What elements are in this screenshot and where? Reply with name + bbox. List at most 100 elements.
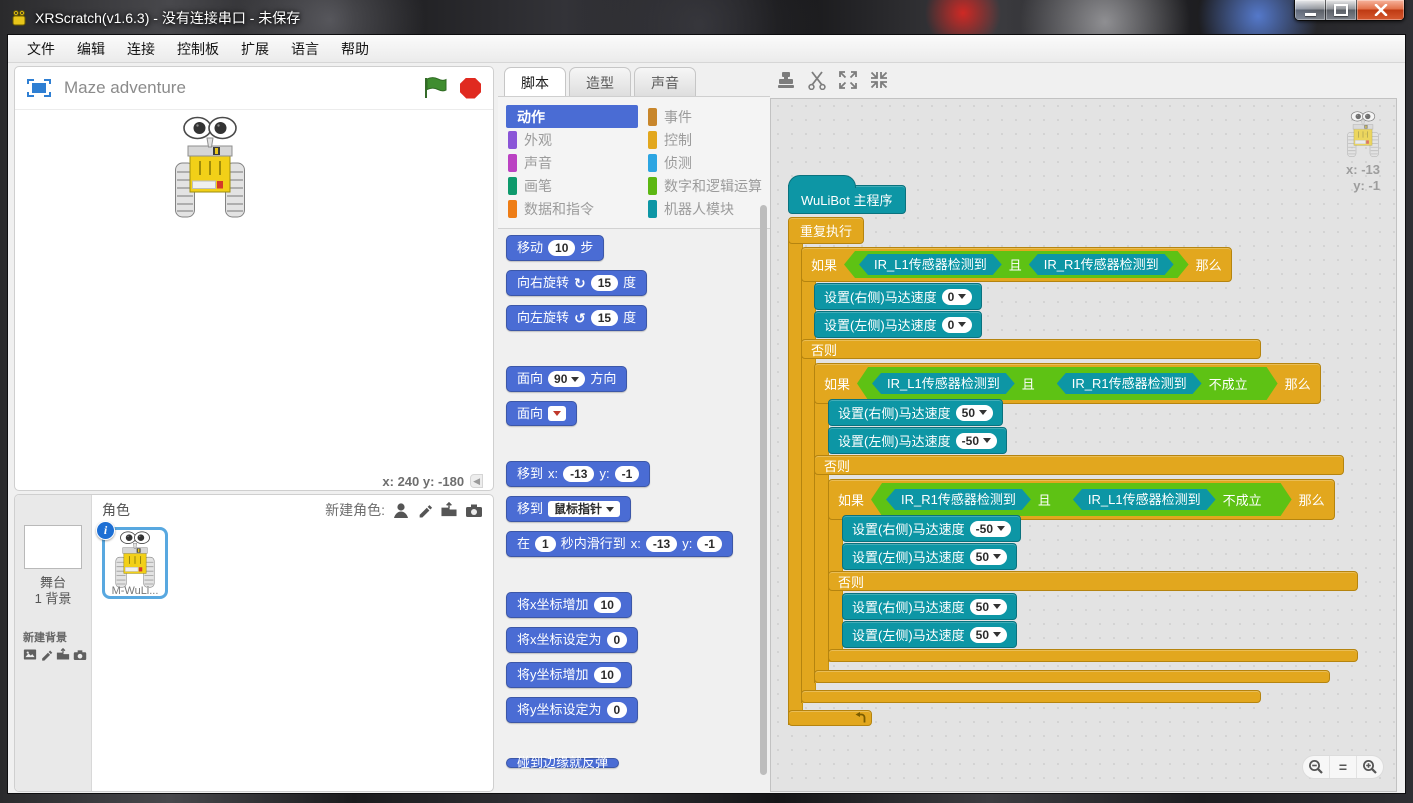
menu-language[interactable]: 语言 <box>280 35 330 63</box>
speed-dropdown[interactable]: 0 <box>942 289 973 305</box>
block-bounce-on-edge[interactable]: 碰到边缘就反弹 <box>506 758 619 768</box>
category-operators[interactable]: 数字和逻辑运算 <box>646 174 770 197</box>
else-bar-3[interactable]: 否则 <box>828 571 1358 591</box>
set-right-motor-block[interactable]: 设置(右侧)马达速度50 <box>828 399 1003 426</box>
dy-input[interactable]: 10 <box>594 667 621 683</box>
camera-backdrop-icon[interactable] <box>73 649 87 661</box>
set-right-motor-block[interactable]: 设置(右侧)马达速度0 <box>814 283 982 310</box>
menu-file[interactable]: 文件 <box>16 35 66 63</box>
tab-scripts[interactable]: 脚本 <box>504 67 566 96</box>
not-operator[interactable]: IR_R1传感器检测到 不成立 <box>1042 370 1263 397</box>
collapse-stage-button[interactable]: ◀ <box>470 474 483 488</box>
direction-dropdown[interactable]: 90 <box>548 371 585 387</box>
y-input[interactable]: -1 <box>697 536 722 552</box>
set-left-motor-block[interactable]: 设置(左侧)马达速度50 <box>842 543 1017 570</box>
speed-dropdown[interactable]: 50 <box>956 405 993 421</box>
category-robot[interactable]: 机器人模块 <box>646 197 770 220</box>
and-operator[interactable]: IR_L1传感器检测到 且 IR_R1传感器检测到 <box>844 251 1189 278</box>
category-control[interactable]: 控制 <box>646 128 770 151</box>
upload-backdrop-icon[interactable] <box>56 648 70 661</box>
sensor-ir-l1[interactable]: IR_L1传感器检测到 <box>1073 489 1216 510</box>
menu-connect[interactable]: 连接 <box>116 35 166 63</box>
close-button[interactable] <box>1357 0 1404 20</box>
block-change-y[interactable]: 将y坐标增加10 <box>506 662 632 688</box>
block-glide-to-xy[interactable]: 在1秒内滑行到x:-13y:-1 <box>506 531 733 557</box>
paint-sprite-icon[interactable] <box>417 502 433 518</box>
speed-dropdown[interactable]: -50 <box>956 433 997 449</box>
dx-input[interactable]: 10 <box>594 597 621 613</box>
hat-block-main-program[interactable]: WuLiBot 主程序 <box>788 185 906 214</box>
category-motion[interactable]: 动作 <box>506 105 638 128</box>
if1-end-bar[interactable] <box>801 690 1261 703</box>
x-input[interactable]: -13 <box>646 536 677 552</box>
and-operator[interactable]: IR_L1传感器检测到 且 IR_R1传感器检测到 不成立 <box>857 367 1278 400</box>
speed-dropdown[interactable]: -50 <box>970 521 1011 537</box>
zoom-out-button[interactable] <box>1303 756 1330 778</box>
speed-dropdown[interactable]: 0 <box>942 317 973 333</box>
zoom-reset-button[interactable]: = <box>1330 756 1357 778</box>
maximize-button[interactable] <box>1326 0 1357 20</box>
goto-target-dropdown[interactable]: 鼠标指针 <box>548 501 620 517</box>
duplicate-stamp-icon[interactable] <box>776 70 796 90</box>
category-pen[interactable]: 画笔 <box>506 174 646 197</box>
category-data[interactable]: 数据和指令 <box>506 197 646 220</box>
set-left-motor-block[interactable]: 设置(左侧)马达速度0 <box>814 311 982 338</box>
menu-extensions[interactable]: 扩展 <box>230 35 280 63</box>
if2-end-bar[interactable] <box>814 670 1330 683</box>
menu-board[interactable]: 控制板 <box>166 35 230 63</box>
category-sound[interactable]: 声音 <box>506 151 646 174</box>
stage-canvas[interactable] <box>15 110 493 471</box>
stop-button[interactable] <box>460 78 481 99</box>
else-bar-2[interactable]: 否则 <box>814 455 1344 475</box>
if-block-3[interactable]: 如果 IR_R1传感器检测到 且 IR_L1传感器检测到 不成立 那么 <box>828 479 1335 520</box>
x-input[interactable]: 0 <box>607 632 628 648</box>
sprite-info-badge[interactable]: i <box>96 521 115 540</box>
category-looks[interactable]: 外观 <box>506 128 646 151</box>
shrink-sprite-icon[interactable] <box>869 70 889 90</box>
block-goto-sprite[interactable]: 移到鼠标指针 <box>506 496 631 522</box>
menu-edit[interactable]: 编辑 <box>66 35 116 63</box>
upload-sprite-icon[interactable] <box>440 502 458 518</box>
block-goto-xy[interactable]: 移到x:-13y:-1 <box>506 461 650 487</box>
green-flag-button[interactable] <box>423 77 447 99</box>
camera-sprite-icon[interactable] <box>465 503 483 518</box>
block-point-towards[interactable]: 面向 <box>506 401 577 426</box>
sensor-ir-l1[interactable]: IR_L1传感器检测到 <box>872 373 1015 394</box>
grow-sprite-icon[interactable] <box>838 70 858 90</box>
y-input[interactable]: -1 <box>615 466 640 482</box>
minimize-button[interactable] <box>1295 0 1326 20</box>
if-block-2[interactable]: 如果 IR_L1传感器检测到 且 IR_R1传感器检测到 不成立 那么 <box>814 363 1321 404</box>
x-input[interactable]: -13 <box>563 466 594 482</box>
stage-thumbnail[interactable] <box>24 525 82 569</box>
degrees-input[interactable]: 15 <box>591 310 618 326</box>
block-move-steps[interactable]: 移动10步 <box>506 235 604 261</box>
forever-loop-block[interactable]: 重复执行 <box>788 217 864 244</box>
set-left-motor-block[interactable]: 设置(左侧)马达速度50 <box>842 621 1017 648</box>
script-area[interactable]: WuLiBot 主程序 重复执行 如果 IR_L1传感器检测到 且 IR_R1传… <box>770 98 1397 792</box>
set-right-motor-block[interactable]: 设置(右侧)马达速度-50 <box>842 515 1021 542</box>
loop-end-bar[interactable] <box>788 710 872 726</box>
if3-end-bar[interactable] <box>828 649 1358 662</box>
block-change-x[interactable]: 将x坐标增加10 <box>506 592 632 618</box>
speed-dropdown[interactable]: 50 <box>970 627 1007 643</box>
speed-dropdown[interactable]: 50 <box>970 549 1007 565</box>
set-right-motor-block[interactable]: 设置(右侧)马达速度50 <box>842 593 1017 620</box>
category-events[interactable]: 事件 <box>646 105 770 128</box>
else-bar-1[interactable]: 否则 <box>801 339 1261 359</box>
fullscreen-icon[interactable] <box>27 79 51 97</box>
block-turn-right[interactable]: 向右旋转↻15度 <box>506 270 647 296</box>
steps-input[interactable]: 10 <box>548 240 575 256</box>
tab-costumes[interactable]: 造型 <box>569 67 631 96</box>
sensor-ir-r1[interactable]: IR_R1传感器检测到 <box>886 489 1031 510</box>
not-operator[interactable]: IR_L1传感器检测到 不成立 <box>1058 486 1277 513</box>
towards-dropdown[interactable] <box>548 406 566 421</box>
block-turn-left[interactable]: 向左旋转↺15度 <box>506 305 647 331</box>
tab-sounds[interactable]: 声音 <box>634 67 696 96</box>
paint-backdrop-icon[interactable] <box>40 648 53 661</box>
y-input[interactable]: 0 <box>607 702 628 718</box>
palette-scrollbar[interactable] <box>760 205 767 775</box>
speed-dropdown[interactable]: 50 <box>970 599 1007 615</box>
zoom-in-button[interactable] <box>1357 756 1383 778</box>
set-left-motor-block[interactable]: 设置(左侧)马达速度-50 <box>828 427 1007 454</box>
sensor-ir-r1[interactable]: IR_R1传感器检测到 <box>1057 373 1202 394</box>
